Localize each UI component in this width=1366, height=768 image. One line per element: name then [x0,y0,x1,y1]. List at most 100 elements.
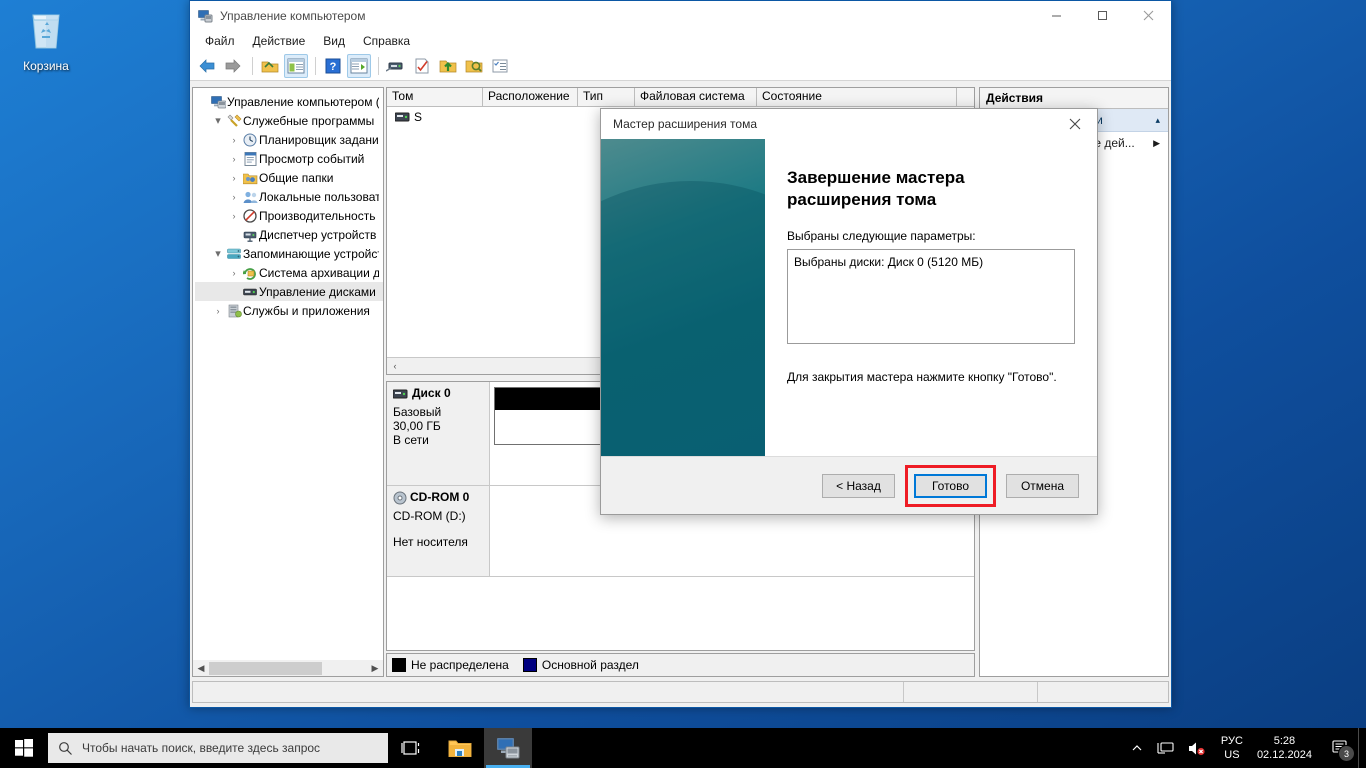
task-view-button[interactable] [388,728,436,768]
legend-item-primary: Основной раздел [523,658,639,672]
wizard-subtitle: Выбраны следующие параметры: [787,229,1075,243]
show-desktop-button[interactable] [1358,728,1366,768]
chevron-right-icon[interactable]: › [227,192,241,202]
computer-management-window: Управление компьютером Файл Действие Вид… [189,0,1172,708]
tree-item-5[interactable]: › Локальные пользовате [195,187,383,206]
column-header-3[interactable]: Файловая система [635,88,757,106]
tray-overflow-button[interactable] [1124,728,1150,768]
clock-icon [241,133,259,147]
chevron-right-icon[interactable]: › [227,268,241,278]
tree-item-2[interactable]: ›Планировщик заданий [195,130,383,149]
close-button[interactable] [1125,1,1171,30]
window-controls [1033,1,1171,30]
menu-item-help[interactable]: Справка [354,31,419,51]
menu-item-action[interactable]: Действие [244,31,315,51]
cancel-button[interactable]: Отмена [1006,474,1079,498]
clock[interactable]: 5:28 02.12.2024 [1251,734,1322,762]
scroll-left-arrow[interactable]: ‹ [387,359,403,374]
disk-info: Диск 0 Базовый 30,00 ГБ В сети [387,382,490,485]
properties-icon[interactable] [347,54,371,78]
tree-item-4[interactable]: ›Общие папки [195,168,383,187]
tree-item-7[interactable]: Диспетчер устройств [195,225,383,244]
tree-item-3[interactable]: ›Просмотр событий [195,149,383,168]
disk-icon[interactable] [384,54,408,78]
computer-management-icon [197,8,213,24]
window-title: Управление компьютером [220,9,365,23]
action-center-button[interactable]: 3 [1322,728,1358,768]
tree-item-6[interactable]: ›Производительность [195,206,383,225]
search-icon [48,741,82,756]
chevron-right-icon[interactable]: › [227,173,241,183]
tree-item-label: Управление компьютером (л [227,95,379,109]
tree-item-1[interactable]: ▾Служебные программы [195,111,383,130]
chevron-right-icon[interactable]: › [211,306,225,316]
chevron-right-icon[interactable]: › [227,135,241,145]
tree-item-9[interactable]: ›Система архивации да [195,263,383,282]
search-icon[interactable] [462,54,486,78]
show-hide-tree-icon[interactable] [284,54,308,78]
chevron-right-icon[interactable]: › [227,154,241,164]
computer-icon [209,95,227,109]
chevron-down-icon[interactable]: ▾ [211,247,225,260]
chevron-up-icon[interactable]: ▴ [1155,115,1160,126]
back-button[interactable]: < Назад [822,474,895,498]
folder-icon [448,737,472,759]
column-header-4[interactable]: Состояние [757,88,957,106]
toolbar-separator [378,57,379,75]
column-header-0[interactable]: Том [387,88,483,106]
scroll-right-arrow[interactable]: ▶ [367,661,383,676]
search-input[interactable]: Чтобы начать поиск, введите здесь запрос [48,733,388,763]
forward-arrow-icon[interactable] [221,54,245,78]
chevron-right-icon[interactable]: › [227,211,241,221]
up-folder-icon[interactable] [258,54,282,78]
taskbar-app-file-explorer[interactable] [436,728,484,768]
wizard-close-button[interactable] [1053,109,1097,139]
system-tray: РУС US 5:28 02.12.2024 3 [1124,728,1366,768]
task-view-icon [401,738,423,758]
disk-status: В сети [393,433,483,447]
console-tree-pane: Управление компьютером (л ▾Служебные прог… [192,87,384,677]
export-icon[interactable] [436,54,460,78]
list-icon[interactable] [488,54,512,78]
extend-volume-wizard-dialog: Мастер расширения тома Завершение мастер… [600,108,1098,515]
scroll-thumb[interactable] [209,662,322,675]
finish-button-highlight: Готово [905,465,996,507]
tree-item-8[interactable]: ▾Запоминающие устройст [195,244,383,263]
column-header-2[interactable]: Тип [578,88,635,106]
tree-item-11[interactable]: ›Службы и приложения [195,301,383,320]
scroll-left-arrow[interactable]: ◀ [193,661,209,676]
wizard-titlebar: Мастер расширения тома [601,109,1097,139]
clock-time: 5:28 [1257,734,1312,748]
tree-horizontal-scrollbar[interactable]: ◀ ▶ [192,660,384,677]
svg-text:?: ? [330,61,337,73]
wizard-button-row: < Назад Готово Отмена [601,456,1097,514]
desktop-icon-recycle-bin[interactable]: Корзина [8,6,84,73]
legend-label-unallocated: Не распределена [411,658,509,672]
finish-button[interactable]: Готово [914,474,987,498]
tree-item-label: Локальные пользовате [259,190,379,204]
column-header-1[interactable]: Расположение [483,88,578,106]
start-button[interactable] [0,728,48,768]
cdrom-icon [393,491,407,505]
performance-icon [241,209,259,223]
menu-item-file[interactable]: Файл [196,31,244,51]
tray-volume-button[interactable] [1181,728,1213,768]
tree-item-10[interactable]: Управление дисками [195,282,383,301]
refresh-icon[interactable] [410,54,434,78]
language-indicator[interactable]: РУС US [1213,734,1251,762]
tree-item-0[interactable]: Управление компьютером (л [195,92,383,111]
minimize-button[interactable] [1033,1,1079,30]
legend-swatch-unallocated [392,658,406,672]
tray-network-button[interactable] [1150,728,1181,768]
wizard-content: Завершение мастера расширения тома Выбра… [601,139,1097,457]
taskbar-app-computer-management[interactable] [484,728,532,768]
maximize-button[interactable] [1079,1,1125,30]
wizard-banner-image [601,139,765,457]
chevron-up-icon [1131,742,1143,754]
eventlog-icon [241,152,259,166]
back-arrow-icon[interactable] [195,54,219,78]
menu-item-view[interactable]: Вид [314,31,354,51]
chevron-down-icon[interactable]: ▾ [211,114,225,127]
help-icon[interactable]: ? [321,54,345,78]
cdrom-letter: CD-ROM (D:) [393,509,483,523]
